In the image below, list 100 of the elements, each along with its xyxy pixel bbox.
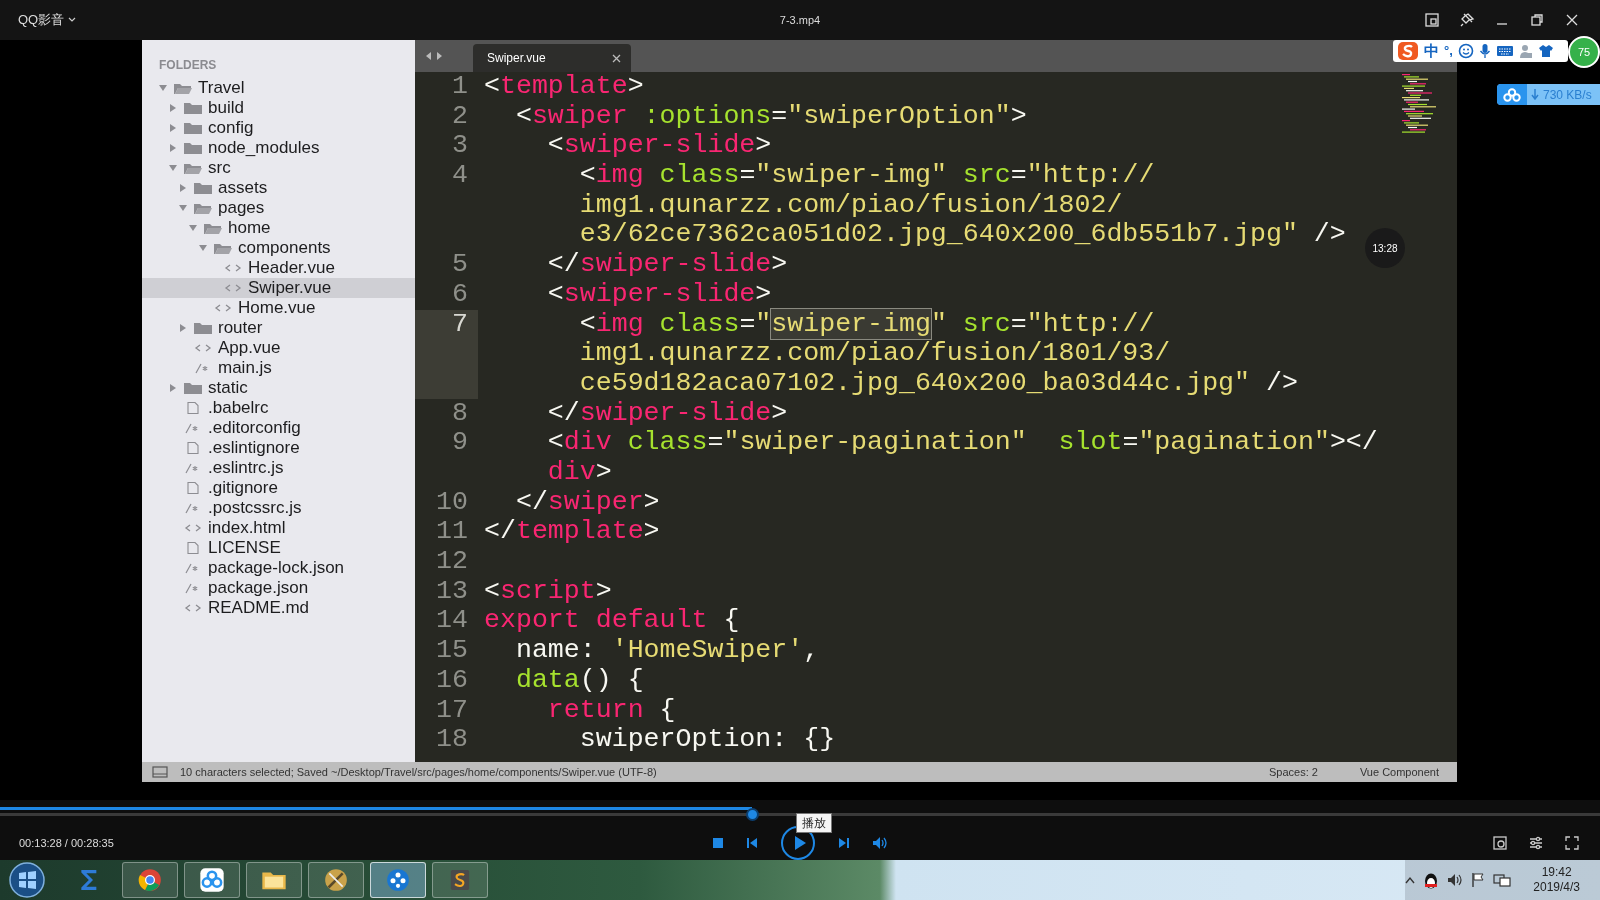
status-message: 10 characters selected; Saved ~/Desktop/Travel/src/pages/home/components/Swiper.vue (UTF-8) xyxy=(180,764,657,780)
tree-item[interactable]: node_modules xyxy=(142,138,415,158)
tree-item[interactable]: index.html xyxy=(142,518,415,538)
tree-item[interactable]: .postcssrc.js xyxy=(142,498,415,518)
speaker-icon[interactable] xyxy=(1447,873,1464,887)
window-title: 7-3.mp4 xyxy=(779,13,821,28)
stop-icon xyxy=(712,837,724,849)
code-line: return { xyxy=(546,695,676,726)
tree-item[interactable]: static xyxy=(142,378,415,398)
tree-item[interactable]: pages xyxy=(142,198,415,218)
tree-item[interactable]: config xyxy=(142,118,415,138)
tree-item[interactable]: LICENSE xyxy=(142,538,415,558)
screenshot-button[interactable] xyxy=(1492,835,1508,851)
syntax-setting[interactable]: Vue Component xyxy=(1359,763,1439,781)
tree-item[interactable]: package.json xyxy=(142,578,415,598)
flag-icon[interactable] xyxy=(1471,872,1486,888)
settings-icon xyxy=(1528,835,1544,851)
file-tab[interactable]: Swiper.vue xyxy=(473,44,631,72)
taskbar-clock[interactable]: 19:42 2019/4/3 xyxy=(1533,865,1580,895)
restore-icon[interactable] xyxy=(1529,12,1545,28)
taskbar-app-button[interactable] xyxy=(122,862,178,898)
folder-icon xyxy=(183,121,203,135)
tooltip: 播放 xyxy=(796,813,832,833)
tree-item[interactable]: components xyxy=(142,238,415,258)
mini-mode-icon[interactable] xyxy=(1424,12,1440,28)
code-line: <swiper-slide> xyxy=(546,279,772,310)
code-line: name: 'HomeSwiper', xyxy=(514,636,820,666)
line-number: 8 xyxy=(451,398,469,429)
penguin-icon[interactable] xyxy=(1423,871,1440,889)
microphone-icon[interactable] xyxy=(1478,43,1491,59)
code-line: </template> xyxy=(483,517,660,548)
taskbar-app-button[interactable] xyxy=(370,862,426,898)
volume-button[interactable] xyxy=(872,836,888,850)
previous-button[interactable] xyxy=(746,837,758,849)
screenshot-icon xyxy=(1492,835,1508,851)
tree-item[interactable]: .eslintignore xyxy=(142,438,415,458)
caret-icon xyxy=(68,17,77,23)
tree-item[interactable]: .eslintrc.js xyxy=(142,458,415,478)
close-icon[interactable] xyxy=(1564,12,1580,28)
shirt-icon[interactable] xyxy=(1537,44,1554,58)
progress-handle[interactable] xyxy=(746,808,759,821)
tree-item[interactable]: build xyxy=(142,98,415,118)
language-toggle[interactable]: 中 xyxy=(1424,39,1439,63)
line-number: 3 xyxy=(451,131,469,162)
tree-item[interactable]: README.md xyxy=(142,598,415,618)
code-line: data() { xyxy=(514,665,644,696)
tree-item[interactable]: home xyxy=(142,218,415,238)
code-line: <template> xyxy=(483,72,644,102)
next-button[interactable] xyxy=(838,837,850,849)
folder-icon xyxy=(203,221,223,235)
fullscreen-button[interactable] xyxy=(1564,835,1580,851)
cloud-icon xyxy=(1503,87,1521,102)
smiley-icon[interactable] xyxy=(1457,43,1474,59)
tree-item[interactable]: App.vue xyxy=(142,338,415,358)
network-icon[interactable] xyxy=(1493,872,1512,888)
tree-item[interactable]: assets xyxy=(142,178,415,198)
tree-item[interactable]: .editorconfig xyxy=(142,418,415,438)
tree-item[interactable]: package-lock.json xyxy=(142,558,415,578)
tree-item[interactable]: main.js xyxy=(142,358,415,378)
close-icon[interactable] xyxy=(612,53,621,63)
folder-icon xyxy=(183,161,203,175)
taskbar-app-button[interactable] xyxy=(246,862,302,898)
taskbar-app-button[interactable] xyxy=(308,862,364,898)
punctuation-toggle[interactable]: °, xyxy=(1444,41,1453,61)
keyboard-icon[interactable] xyxy=(1495,44,1514,58)
pin-icon[interactable] xyxy=(1459,12,1475,28)
tree-item[interactable]: Travel xyxy=(142,78,415,98)
line-number: 11 xyxy=(435,517,469,548)
tree-item[interactable]: Header.vue xyxy=(142,258,415,278)
line-number: 17 xyxy=(435,695,469,726)
taskbar-app-button[interactable] xyxy=(432,862,488,898)
cloud-icon xyxy=(197,865,227,895)
indentation-setting[interactable]: Spaces: 2 xyxy=(1269,763,1318,781)
tab-navigation-arrows-icon[interactable] xyxy=(425,52,443,60)
line-number: 9 xyxy=(451,428,469,460)
panel-icon[interactable] xyxy=(152,766,168,778)
chevron-up-icon[interactable] xyxy=(1405,876,1416,884)
folder-icon xyxy=(173,81,193,95)
folder-icon xyxy=(183,141,203,155)
tree-item[interactable]: .babelrc xyxy=(142,398,415,418)
code-line: e3/62ce7362ca051d02.jpg_640x200_6db551b7.jpg" /> xyxy=(578,220,1346,251)
app-menu[interactable]: QQ影音 xyxy=(0,10,77,30)
line-number: 5 xyxy=(451,250,469,280)
code-line: div> xyxy=(546,458,612,488)
code-line: <div class="swiper-pagination" slot="pagination"></ xyxy=(546,428,1378,458)
stop-button[interactable] xyxy=(712,837,724,849)
settings-button[interactable] xyxy=(1528,835,1544,851)
tree-item[interactable]: .gitignore xyxy=(142,478,415,498)
line-number: 14 xyxy=(435,606,469,637)
tree-item[interactable]: src xyxy=(142,158,415,178)
taskbar-app-button[interactable] xyxy=(184,862,240,898)
tree-item[interactable]: Swiper.vue xyxy=(142,278,415,298)
code-line: <script> xyxy=(483,576,612,607)
line-number: 15 xyxy=(435,636,469,666)
line-number: 13 xyxy=(435,576,469,607)
start-button[interactable] xyxy=(8,861,46,899)
line-number: 16 xyxy=(435,665,469,696)
tree-item[interactable]: Home.vue xyxy=(142,298,415,318)
line-number: 6 xyxy=(451,279,469,310)
tree-item[interactable]: router xyxy=(142,318,415,338)
